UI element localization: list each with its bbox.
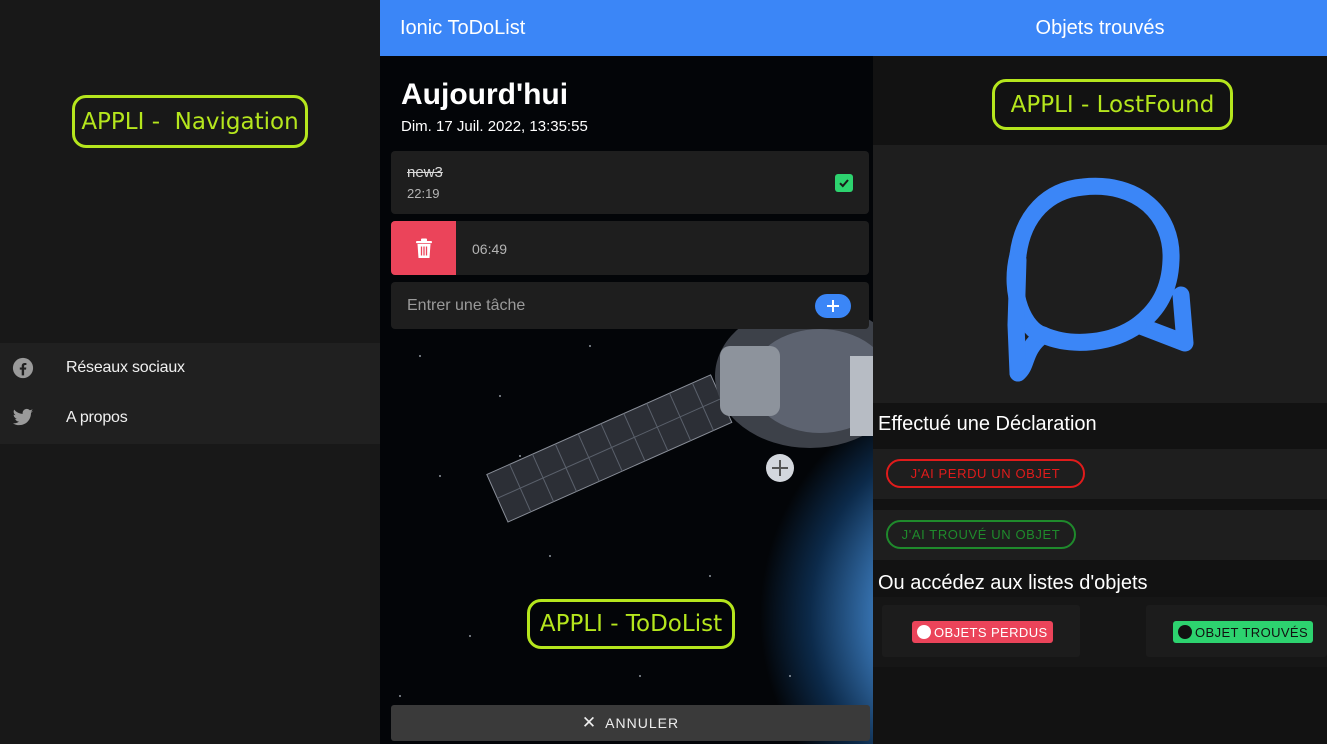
cancel-button[interactable]: ✕ ANNULER (391, 705, 870, 741)
chat-bubble-icon (1006, 177, 1194, 382)
lost-list-label: OBJETS PERDUS (934, 624, 1048, 640)
task-done-checkbox[interactable] (835, 174, 853, 192)
nav-item-about[interactable]: A propos (0, 393, 380, 443)
task-time: 22:19 (407, 186, 440, 201)
lost-item-button[interactable]: J'AI PERDU UN OBJET (886, 459, 1085, 488)
screen: APPLI - Navigation Réseaux sociaux A pro… (0, 0, 1327, 744)
navigation-app: APPLI - Navigation Réseaux sociaux A pro… (0, 0, 380, 744)
happy-face-icon (1178, 625, 1192, 639)
add-task-button[interactable] (815, 294, 851, 318)
trash-icon (415, 238, 432, 258)
lostfound-header: Objets trouvés (873, 0, 1327, 56)
nav-item-label: A propos (66, 409, 128, 426)
task-item[interactable]: 06:49 (391, 221, 869, 275)
lostfound-annotation: APPLI - LostFound (992, 79, 1233, 130)
nav-item-social[interactable]: Réseaux sociaux (0, 343, 380, 393)
new-task-input[interactable] (391, 282, 811, 329)
checkmark-icon (839, 179, 849, 188)
nav-menu: Réseaux sociaux A propos (0, 343, 380, 444)
page-title: Aujourd'hui (401, 78, 569, 111)
navigation-annotation: APPLI - Navigation (72, 95, 308, 148)
nav-item-label: Réseaux sociaux (66, 359, 185, 376)
new-task-bar (391, 282, 869, 329)
facebook-icon (11, 356, 35, 380)
found-item-button[interactable]: J'AI TROUVÉ UN OBJET (886, 520, 1076, 549)
lost-list-button[interactable]: OBJETS PERDUS (912, 621, 1053, 643)
todolist-header: Ionic ToDoList (380, 0, 873, 56)
cancel-label: ANNULER (605, 715, 680, 731)
app-logo-area (873, 145, 1327, 403)
plus-icon (827, 300, 839, 312)
found-list-button[interactable]: OBJET TROUVÉS (1173, 621, 1314, 643)
lists-row: OBJETS PERDUS OBJET TROUVÉS (873, 597, 1327, 667)
lostfound-app: Objets trouvés APPLI - LostFound Effectu… (873, 0, 1327, 744)
todolist-annotation: APPLI - ToDoList (527, 599, 735, 649)
declaration-heading: Effectué une Déclaration (878, 413, 1097, 435)
current-date: Dim. 17 Juil. 2022, 13:35:55 (401, 118, 588, 135)
lost-declaration-row: J'AI PERDU UN OBJET (873, 449, 1327, 499)
found-list-label: OBJET TROUVÉS (1195, 624, 1309, 640)
twitter-icon (11, 406, 35, 430)
task-item[interactable]: new3 22:19 (391, 151, 869, 214)
task-time: 06:49 (472, 241, 508, 257)
task-name: new3 (407, 164, 443, 181)
lists-heading: Ou accédez aux listes d'objets (878, 572, 1148, 594)
found-declaration-row: J'AI TROUVÉ UN OBJET (873, 510, 1327, 560)
delete-task-button[interactable] (391, 221, 456, 275)
close-icon: ✕ (581, 713, 598, 732)
sad-face-icon (917, 625, 931, 639)
todolist-app: Ionic ToDoList Aujourd'hui Dim. 17 Juil.… (380, 0, 873, 744)
